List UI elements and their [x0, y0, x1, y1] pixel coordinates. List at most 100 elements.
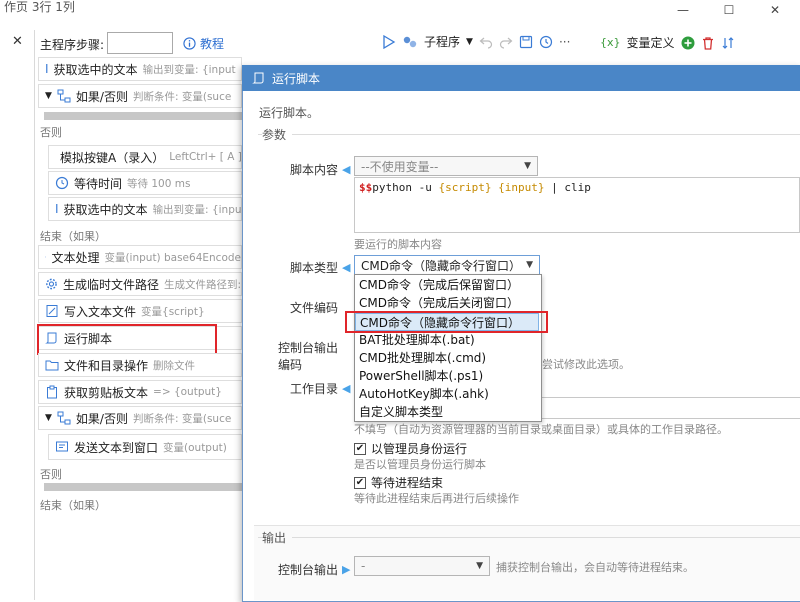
window-title: 作页 3行 1列	[4, 0, 75, 15]
check-icon: ✔	[356, 444, 364, 454]
else-branch-bar	[44, 483, 242, 491]
branch-icon	[57, 411, 71, 425]
check-icon: ✔	[356, 478, 364, 488]
console-encoding-hint: 尝试修改此选项。	[542, 356, 630, 372]
wait-checkbox-row[interactable]: ✔ 等待进程结束	[354, 474, 443, 491]
flow-step-get-selected-text-2[interactable]: I 获取选中的文本 输出到变量: {inpu	[48, 197, 242, 221]
flow-step-file-dir-op[interactable]: 文件和目录操作 删除文件	[38, 353, 242, 377]
admin-hint: 是否以管理员身份运行脚本	[354, 456, 486, 472]
flow-step-if-else[interactable]: ▼ 如果/否则 判断条件: 变量(suce	[38, 84, 242, 108]
params-group-line	[258, 134, 800, 135]
flow-step-wait[interactable]: 等待时间 等待 100 ms	[48, 171, 242, 195]
main-steps-label: 主程序步骤:	[40, 36, 104, 53]
left-panel	[0, 30, 35, 600]
chevron-down-icon: ▼	[476, 561, 483, 571]
arrow-left-icon: ◀	[342, 163, 350, 176]
flow-step-get-clipboard[interactable]: 获取剪贴板文本 => {output}	[38, 380, 242, 404]
text-cursor-icon: I	[55, 202, 59, 216]
chevron-down-icon: ▼	[526, 260, 533, 270]
params-group-label: 参数	[262, 126, 292, 143]
branch-icon	[57, 89, 71, 103]
undo-icon[interactable]	[479, 35, 493, 49]
console-output-label: 控制台输出▶	[278, 561, 350, 578]
script-icon	[252, 71, 266, 85]
subprogram-icon[interactable]	[402, 35, 418, 49]
minimize-button[interactable]: —	[660, 0, 706, 20]
script-variable-select[interactable]: --不使用变量--▼	[354, 156, 538, 176]
flow-step-text-process[interactable]: 文本处理 变量(input) base64Encode	[38, 245, 242, 269]
info-icon	[183, 37, 196, 50]
clipboard-icon	[45, 385, 59, 399]
sort-icon[interactable]	[721, 36, 735, 50]
script-type-option-7[interactable]: AutoHotKey脚本(.ahk)	[355, 385, 539, 403]
flow-step-send-text[interactable]: 发送文本到窗口 变量(output)	[48, 434, 242, 460]
gear-icon	[45, 277, 58, 291]
collapse-icon[interactable]: ▼	[45, 91, 52, 101]
dialog-title-bar[interactable]: 运行脚本	[242, 65, 800, 91]
script-type-option-1[interactable]: CMD命令（完成后保留窗口）	[355, 276, 539, 294]
script-type-option-5[interactable]: CMD批处理脚本(.cmd)	[355, 349, 539, 367]
delete-variable-icon[interactable]	[701, 36, 715, 50]
flow-step-if-else-2[interactable]: ▼ 如果/否则 判断条件: 变量(suce	[38, 406, 242, 430]
main-steps-input[interactable]	[107, 32, 173, 54]
left-panel-close-button[interactable]: ✕	[12, 34, 23, 49]
script-type-option-8[interactable]: 自定义脚本类型	[355, 403, 539, 421]
history-icon[interactable]	[539, 35, 553, 49]
play-icon[interactable]	[382, 35, 396, 49]
collapse-icon[interactable]: ▼	[45, 413, 52, 423]
run-script-highlight	[37, 324, 217, 355]
admin-checkbox-row[interactable]: ✔ 以管理员身份运行	[354, 440, 467, 457]
subprogram-label[interactable]: 子程序	[424, 33, 460, 50]
console-output-select[interactable]: -▼	[354, 556, 490, 576]
wait-checkbox[interactable]: ✔	[354, 477, 366, 489]
gear-icon	[45, 250, 46, 264]
console-output-hint: 捕获控制台输出，会自动等待进程结束。	[496, 559, 694, 575]
variable-panel-header: {x} 变量定义	[600, 34, 735, 51]
text-cursor-icon: I	[45, 62, 49, 76]
flow-step-get-selected-text[interactable]: I 获取选中的文本 输出到变量: {input	[38, 57, 242, 81]
folder-icon	[45, 358, 59, 372]
script-type-option-6[interactable]: PowerShell脚本(.ps1)	[355, 367, 539, 385]
write-file-icon	[45, 304, 59, 318]
script-content-label: 脚本内容◀	[290, 161, 350, 178]
script-content-hint: 要运行的脚本内容	[354, 236, 442, 252]
tutorial-link[interactable]: 教程	[183, 35, 224, 52]
flow-step-simulate-key[interactable]: 模拟按键A（录入） LeftCtrl+ [ A ]	[48, 145, 242, 169]
clock-icon	[55, 176, 69, 190]
flow-toolbar: 子程序 ▼ ···	[382, 33, 570, 50]
close-window-button[interactable]: ✕	[752, 0, 798, 20]
script-type-option-2[interactable]: CMD命令（完成后关闭窗口）	[355, 294, 539, 312]
save-icon[interactable]	[519, 35, 533, 49]
output-group-label: 输出	[262, 529, 292, 546]
output-group-line	[258, 537, 800, 538]
admin-checkbox[interactable]: ✔	[354, 443, 366, 455]
dialog-title: 运行脚本	[272, 70, 320, 87]
redo-icon[interactable]	[499, 35, 513, 49]
send-text-icon	[55, 440, 69, 454]
workdir-input[interactable]	[540, 397, 800, 419]
variable-icon: {x}	[600, 36, 621, 49]
workdir-label: 工作目录◀	[290, 380, 350, 397]
variable-definition-label: 变量定义	[627, 34, 675, 51]
else-label: 否则	[40, 124, 62, 140]
file-encoding-label: 文件编码	[290, 299, 338, 316]
script-type-option-4[interactable]: BAT批处理脚本(.bat)	[355, 331, 539, 349]
more-options-button[interactable]: ···	[559, 35, 570, 49]
dialog-description: 运行脚本。	[259, 104, 319, 121]
chevron-down-icon: ▼	[524, 161, 531, 171]
arrow-left-icon: ◀	[342, 382, 350, 395]
script-content-editor[interactable]: $$python -u {script} {input} | clip	[354, 177, 800, 233]
arrow-left-icon: ◀	[342, 261, 350, 274]
script-type-select[interactable]: CMD命令（隐藏命令行窗口）▼	[354, 255, 540, 275]
tutorial-label: 教程	[200, 35, 224, 52]
flow-step-write-text-file[interactable]: 写入文本文件 变量{script}	[38, 299, 242, 323]
end-if-label: 结束（如果）	[40, 228, 106, 244]
wait-hint: 等待此进程结束后再进行后续操作	[354, 490, 519, 506]
chevron-down-icon[interactable]: ▼	[466, 37, 473, 47]
maximize-button[interactable]: ☐	[706, 0, 752, 20]
flow-step-temp-file-path[interactable]: 生成临时文件路径 生成文件路径到:	[38, 272, 242, 296]
console-encoding-label: 控制台输出 编码	[278, 339, 338, 373]
script-type-label: 脚本类型◀	[290, 259, 350, 276]
end-if-label-2: 结束（如果）	[40, 497, 106, 513]
add-variable-icon[interactable]	[681, 36, 695, 50]
